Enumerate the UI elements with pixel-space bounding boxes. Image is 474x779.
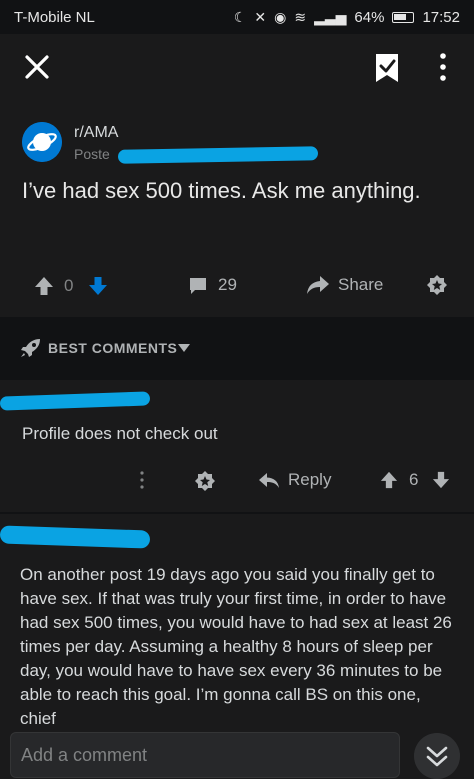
upvote-icon[interactable] — [380, 471, 398, 489]
wifi-icon: ≋ — [294, 9, 307, 25]
downvote-icon[interactable] — [88, 276, 108, 296]
add-comment-input[interactable] — [10, 732, 400, 778]
chevron-down-icon[interactable] — [178, 344, 190, 352]
signal-icon: ▂▃▅ — [314, 9, 347, 25]
battery-percent: 64% — [354, 8, 385, 26]
comment-score: 6 — [409, 470, 419, 489]
award-icon[interactable] — [194, 470, 216, 492]
sort-label[interactable]: BEST COMMENTS — [48, 340, 177, 356]
comment-icon[interactable] — [188, 276, 208, 296]
upvote-icon[interactable] — [34, 276, 54, 296]
next-comment-chevron-icon[interactable] — [414, 733, 460, 779]
reply-icon[interactable] — [258, 472, 280, 490]
carrier-label: T-Mobile NL — [14, 8, 95, 26]
top-app-bar — [0, 34, 474, 104]
reply-button[interactable]: Reply — [288, 470, 331, 490]
dnd-moon-icon: ☾ — [233, 9, 247, 25]
comment-count[interactable]: 29 — [218, 275, 237, 295]
rocket-icon — [21, 339, 40, 357]
status-icons: ☾ ✕ ◉ ≋ ▂▃▅ 64% 17:52 — [234, 9, 460, 26]
comment-text: On another post 19 days ago you said you… — [20, 565, 452, 728]
more-vertical-icon[interactable] — [138, 470, 146, 490]
status-bar: T-Mobile NL ☾ ✕ ◉ ≋ ▂▃▅ 64% 17:52 — [0, 0, 474, 34]
downvote-icon[interactable] — [432, 471, 450, 489]
subreddit-avatar[interactable] — [22, 122, 62, 162]
posted-by-label: Poste — [74, 146, 110, 162]
post-title: I’ve had sex 500 times. Ask me anything. — [22, 178, 421, 203]
share-button[interactable]: Share — [338, 275, 383, 295]
save-icon[interactable] — [372, 52, 402, 84]
battery-icon — [392, 11, 415, 23]
post-action-bar: 0 29 Share — [0, 268, 474, 304]
post-score: 0 — [64, 276, 74, 295]
clock: 17:52 — [422, 8, 460, 26]
comment-sort-bar[interactable]: BEST COMMENTS — [0, 318, 474, 378]
subreddit-name[interactable]: r/AMA — [74, 124, 118, 142]
award-icon[interactable] — [426, 274, 448, 296]
close-icon[interactable] — [22, 52, 52, 82]
share-icon[interactable] — [306, 274, 330, 296]
more-vertical-icon[interactable] — [432, 50, 454, 84]
comment-action-bar: Reply 6 — [0, 462, 474, 498]
mute-icon: ✕ — [254, 9, 267, 25]
comment-text: Profile does not check out — [22, 424, 218, 443]
eye-icon: ◉ — [274, 9, 287, 25]
